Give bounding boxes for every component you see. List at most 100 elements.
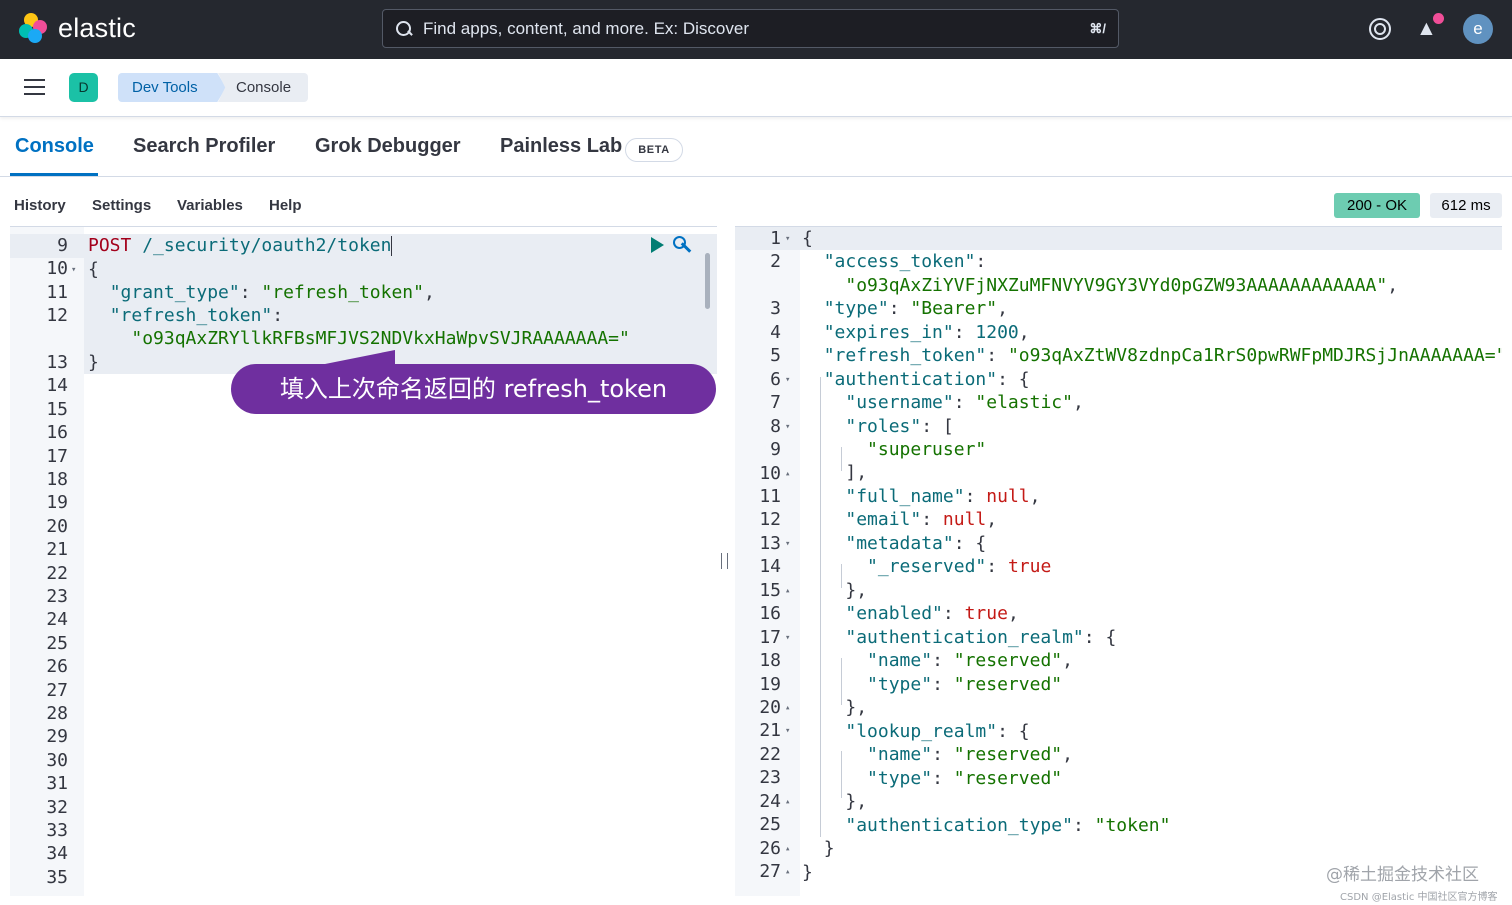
tab-grok-debugger[interactable]: Grok Debugger <box>315 135 461 158</box>
fold-toggle-icon[interactable]: ▾ <box>785 539 790 549</box>
line-number: 9 <box>57 235 68 256</box>
line-number: 23 <box>46 586 68 607</box>
line-number: 15 <box>46 398 68 420</box>
line-number: 25 <box>759 814 781 836</box>
line-number: 26 <box>759 837 781 859</box>
status-badge: 200 - OK <box>1334 193 1420 218</box>
editor-scrollbar[interactable] <box>705 253 710 309</box>
line-number: 19 <box>759 673 781 695</box>
watermark: @稀土掘金技术社区 <box>1326 865 1479 885</box>
user-avatar[interactable]: e <box>1463 14 1493 44</box>
line-number: 33 <box>46 820 68 841</box>
breadcrumb-bar: D Dev Tools Console <box>0 59 1512 117</box>
line-number: 21 <box>759 720 781 742</box>
request-line: POST /_security/oauth2/token <box>88 234 393 257</box>
json-string: "refresh_token" <box>261 282 424 303</box>
global-search[interactable]: ⌘/ <box>382 9 1119 48</box>
line-number: 24 <box>759 790 781 812</box>
tab-search-profiler[interactable]: Search Profiler <box>133 135 275 158</box>
fold-toggle-icon[interactable]: ▾ <box>785 633 790 643</box>
request-editor[interactable]: 9 10 11 12 13 14 15 16 17 18 19 20 21 22 23 24 25 26 27 28 2… <box>10 226 717 896</box>
code-line: "refresh_token": <box>109 305 284 326</box>
elastic-logo-icon <box>18 12 50 44</box>
line-number <box>10 328 68 351</box>
line-number: 31 <box>46 773 68 795</box>
line-number: 2 <box>770 251 781 273</box>
dev-tools-tabs: Console Search Profiler Grok Debugger Pa… <box>0 118 1512 177</box>
fold-toggle-icon[interactable]: ▴ <box>785 797 790 807</box>
fold-toggle-icon[interactable]: ▾ <box>785 726 790 736</box>
active-tab-indicator <box>10 173 98 176</box>
history-button[interactable]: History <box>14 197 66 214</box>
brace: } <box>88 352 99 373</box>
line-number: 4 <box>770 321 781 343</box>
fold-toggle-icon[interactable]: ▴ <box>785 586 790 596</box>
fold-toggle-icon[interactable]: ▾ <box>785 422 790 432</box>
line-number: 19 <box>46 492 68 514</box>
line-number: 22 <box>759 743 781 765</box>
breadcrumb-dev-tools[interactable]: Dev Tools <box>118 73 226 102</box>
line-number: 18 <box>46 469 68 490</box>
line-number: 9 <box>770 439 781 461</box>
line-number: 35 <box>46 866 68 888</box>
fold-toggle-icon[interactable]: ▾ <box>71 265 76 275</box>
search-shortcut: ⌘/ <box>1089 20 1106 36</box>
fold-toggle-icon[interactable]: ▴ <box>785 469 790 479</box>
code-line: "o93qAxZRYllkRFBsMFJVS2NDVkxHaWpvSVJRAAA… <box>88 327 630 350</box>
line-number: 24 <box>46 609 68 631</box>
line-number: 17 <box>759 626 781 648</box>
hamburger-menu-icon[interactable] <box>24 79 45 95</box>
settings-button[interactable]: Settings <box>92 197 151 214</box>
fold-toggle-icon[interactable]: ▾ <box>785 234 790 244</box>
fold-toggle-icon[interactable]: ▴ <box>785 703 790 713</box>
line-number: 12 <box>759 509 781 531</box>
line-number: 3 <box>770 298 781 320</box>
line-number: 12 <box>46 305 68 327</box>
line-number: 34 <box>46 843 68 865</box>
json-key: "grant_type" <box>109 282 240 303</box>
help-button[interactable]: Help <box>269 197 302 214</box>
line-number: 16 <box>759 603 781 625</box>
tab-painless-lab[interactable]: Painless Lab <box>500 135 622 158</box>
watermark-source: CSDN @Elastic 中国社区官方博客 <box>1340 892 1498 903</box>
line-number: 14 <box>759 556 781 578</box>
active-line <box>735 227 1502 250</box>
response-editor[interactable]: 1 ▾ 2 3 4 5 6 ▾ 7 8 ▾ 9 10 ▴ 11 12 13 ▾ 14 15 ▴ 16 17 ▾ 18 19 20 ▴ 2… <box>735 226 1502 896</box>
json-key: "refresh_token" <box>109 305 273 326</box>
notification-dot <box>1433 13 1444 24</box>
tab-console[interactable]: Console <box>15 135 94 158</box>
line-number: 14 <box>46 375 68 397</box>
line-number: 17 <box>46 445 68 467</box>
line-number: 27 <box>759 861 781 883</box>
top-header: elastic ⌘/ ▲ e <box>0 0 1512 59</box>
fold-toggle-icon[interactable]: ▾ <box>785 375 790 385</box>
search-icon <box>395 20 413 38</box>
wrench-icon[interactable] <box>671 234 693 256</box>
breadcrumb-console: Console <box>218 73 308 102</box>
line-number: 18 <box>759 650 781 672</box>
annotation-callout: 填入上次命名返回的 refresh_token <box>231 364 716 414</box>
line-number: 8 <box>770 415 781 437</box>
space-avatar[interactable]: D <box>69 73 98 102</box>
panel-resizer-handle[interactable] <box>721 553 728 569</box>
line-number: 15 <box>759 579 781 601</box>
search-input[interactable] <box>423 18 1063 39</box>
beta-badge: BETA <box>625 138 683 162</box>
variables-button[interactable]: Variables <box>177 197 243 214</box>
fold-toggle-icon[interactable]: ▴ <box>785 844 790 854</box>
http-method: POST <box>88 235 132 256</box>
line-number: 16 <box>46 422 68 444</box>
fold-toggle-icon[interactable]: ▴ <box>785 867 790 877</box>
line-number: 10 <box>759 462 781 484</box>
code-line: "grant_type": "refresh_token", <box>109 282 435 303</box>
code-line: } <box>88 351 99 374</box>
request-path: /_security/oauth2/token <box>142 235 392 256</box>
line-number: 13 <box>759 532 781 554</box>
run-request-icon[interactable] <box>651 237 664 253</box>
help-icon[interactable] <box>1367 16 1393 42</box>
line-number: 11 <box>759 485 781 507</box>
brace: { <box>88 259 99 280</box>
line-number: 11 <box>46 281 68 303</box>
elastic-logo[interactable]: elastic <box>18 12 136 44</box>
line-number: 32 <box>46 796 68 818</box>
